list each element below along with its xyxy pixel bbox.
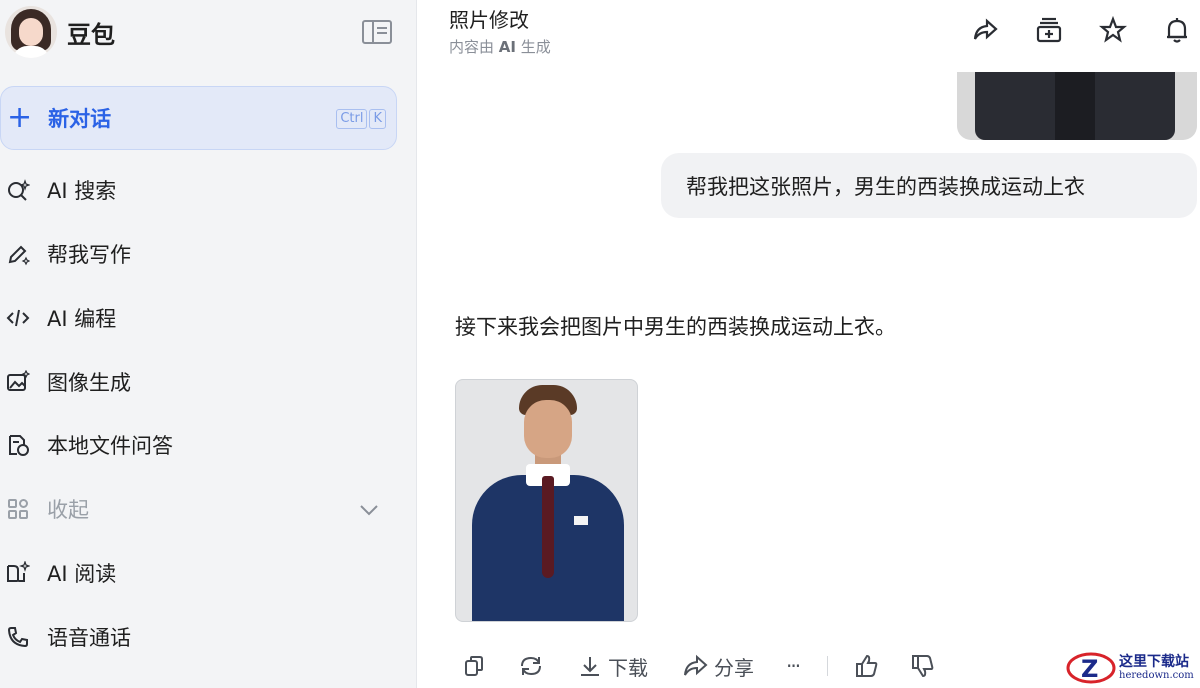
shortcut-hint: Ctrl K: [336, 109, 386, 129]
sidebar-item-ai-search[interactable]: AI 搜索: [6, 170, 116, 210]
notice-prefix: 内容由: [449, 38, 499, 56]
code-icon: [6, 306, 30, 330]
conversation-title[interactable]: 照片修改: [449, 4, 529, 33]
brand[interactable]: 豆包: [5, 6, 115, 58]
refresh-icon: [521, 656, 541, 676]
sidebar-item-label: AI 搜索: [47, 179, 117, 203]
pen-sparkle-icon: [6, 242, 30, 266]
sidebar: 豆包 + 新对话 Ctrl K AI 搜索 帮我写作 AI 编程 图像生成 本地…: [0, 0, 417, 688]
sidebar-item-label: 帮我写作: [47, 243, 131, 267]
sidebar-item-label: AI 阅读: [47, 562, 117, 586]
sidebar-item-voice-call[interactable]: 语音通话: [6, 617, 131, 657]
star-icon[interactable]: [1098, 15, 1128, 44]
phone-icon: [6, 625, 30, 649]
generated-image[interactable]: [455, 379, 638, 622]
sidebar-item-label: 收起: [47, 498, 89, 522]
sidebar-item-label: 语音通话: [47, 626, 131, 650]
more-icon: ···: [786, 654, 801, 678]
ai-generated-notice: 内容由 AI 生成: [449, 36, 551, 57]
notice-suffix: 生成: [515, 38, 551, 56]
notice-ai: AI: [498, 38, 516, 56]
regenerate-button[interactable]: [518, 654, 544, 678]
kbd-k: K: [369, 109, 386, 129]
sidebar-item-file-qa[interactable]: 本地文件问答: [6, 425, 173, 465]
download-button[interactable]: 下载: [578, 652, 648, 681]
user-message-text: 帮我把这张照片，男生的西装换成运动上衣: [686, 174, 1085, 199]
more-button[interactable]: ···: [786, 654, 801, 678]
watermark-en: heredown.com: [1119, 670, 1194, 681]
copy-button[interactable]: [462, 654, 486, 678]
download-label: 下载: [608, 655, 648, 680]
add-to-collection-icon[interactable]: [1035, 16, 1063, 44]
share-label: 分享: [714, 655, 754, 680]
share-arrow-icon: [684, 654, 708, 676]
file-chat-icon: [6, 433, 30, 457]
avatar: [5, 6, 57, 58]
watermark-cn: 这里下载站: [1119, 654, 1189, 670]
uploaded-photo[interactable]: [957, 72, 1197, 140]
sidebar-item-label: 图像生成: [47, 371, 131, 395]
new-chat-button[interactable]: + 新对话 Ctrl K: [0, 86, 397, 150]
image-sparkle-icon: [6, 370, 30, 394]
divider: [827, 656, 829, 676]
sidebar-item-collapse[interactable]: 收起: [6, 489, 89, 529]
thumbs-down-icon: [912, 655, 934, 678]
new-chat-label: 新对话: [48, 107, 112, 131]
site-watermark: Z 这里下载站 heredown.com: [1065, 650, 1194, 686]
copy-icon: [465, 656, 483, 676]
site-logo: Z: [1065, 651, 1117, 685]
bell-icon[interactable]: [1163, 16, 1191, 44]
message-actions: 下载 分享 ···: [462, 650, 936, 682]
assistant-reply-text: 接下来我会把图片中男生的西装换成运动上衣。: [455, 315, 896, 339]
brand-name: 豆包: [67, 20, 115, 49]
share-message-button[interactable]: 分享: [682, 652, 754, 681]
sidebar-item-writing[interactable]: 帮我写作: [6, 234, 131, 274]
download-icon: [581, 657, 599, 676]
sidebar-item-ai-coding[interactable]: AI 编程: [6, 298, 116, 338]
chevron-down-icon[interactable]: [359, 500, 379, 524]
sidebar-item-label: 本地文件问答: [47, 434, 173, 458]
user-message-bubble: 帮我把这张照片，男生的西装换成运动上衣: [661, 153, 1197, 218]
sidebar-item-image-gen[interactable]: 图像生成: [6, 362, 131, 402]
like-button[interactable]: [854, 653, 880, 679]
dislike-button[interactable]: [910, 653, 936, 679]
thumbs-up-icon: [856, 654, 878, 677]
ai-search-icon: [6, 178, 30, 202]
kbd-ctrl: Ctrl: [336, 109, 368, 129]
apps-grid-icon: [6, 497, 30, 521]
plus-icon: +: [7, 100, 33, 135]
book-sparkle-icon: [6, 561, 30, 585]
svg-text:Z: Z: [1081, 655, 1098, 683]
sidebar-item-label: AI 编程: [47, 307, 117, 331]
share-icon[interactable]: [971, 16, 999, 44]
sidebar-toggle-icon[interactable]: [362, 20, 392, 44]
sidebar-item-ai-reading[interactable]: AI 阅读: [6, 553, 116, 593]
